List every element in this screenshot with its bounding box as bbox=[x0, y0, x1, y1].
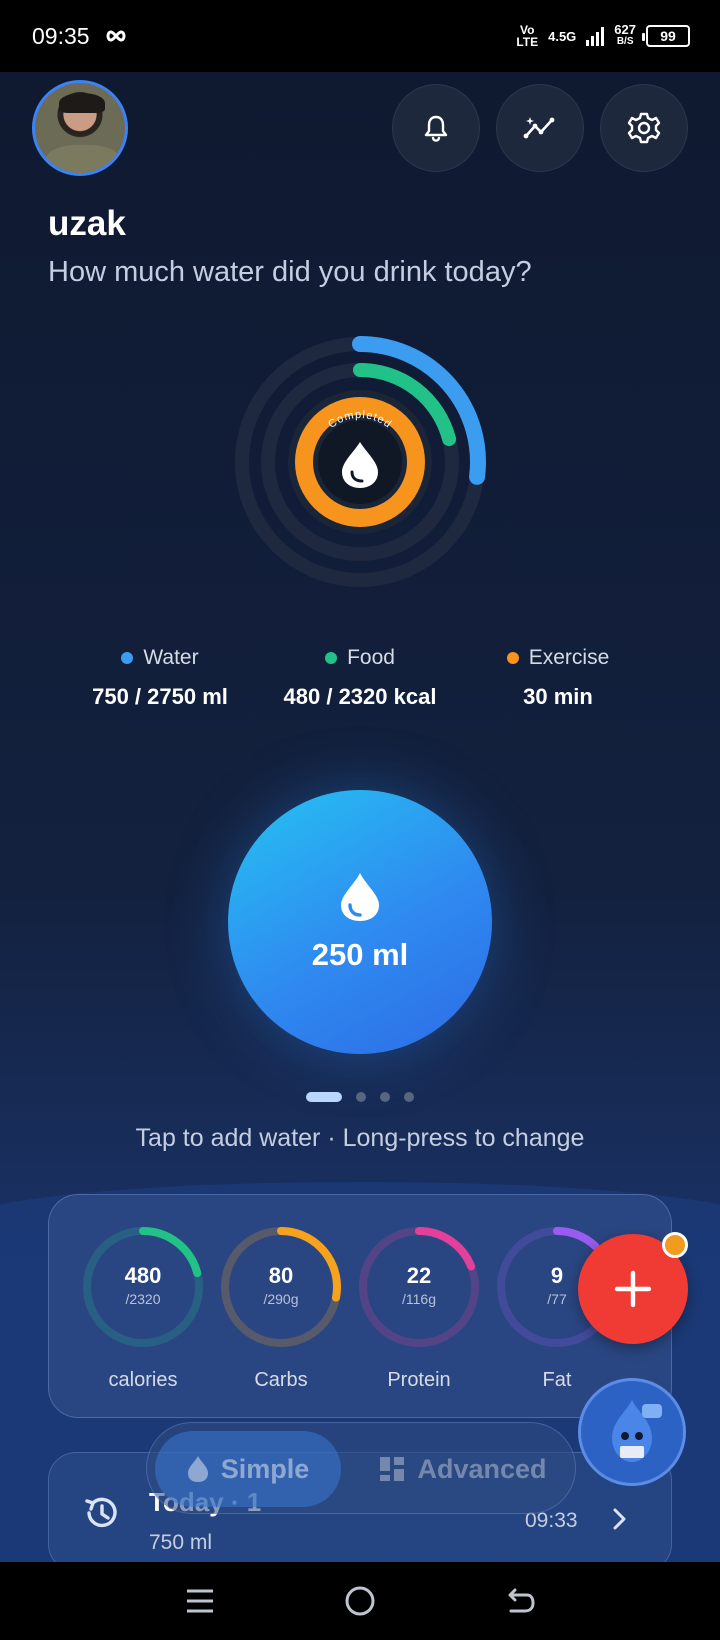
mode-simple-label: Simple bbox=[220, 1453, 310, 1484]
legend-water: Water 750 / 2750 ml bbox=[60, 646, 260, 710]
macro-target: /290g bbox=[263, 1291, 299, 1307]
exercise-value: 30 min bbox=[523, 684, 593, 709]
exercise-dot bbox=[506, 652, 519, 664]
macro-value: 22 bbox=[406, 1263, 432, 1288]
settings-button[interactable] bbox=[600, 84, 688, 172]
status-time: 09:35 bbox=[32, 22, 90, 49]
network-type: 4.5G bbox=[548, 28, 577, 44]
infinity-icon bbox=[106, 30, 126, 42]
bell-icon bbox=[424, 115, 448, 142]
macro-label: Carbs bbox=[254, 1369, 308, 1391]
macro-carbs[interactable]: 80/290g Carbs bbox=[217, 1223, 345, 1392]
history-icon bbox=[85, 1497, 117, 1528]
app-screen: uzak How much water did you drink today?… bbox=[0, 72, 720, 1562]
food-value: 480 / 2320 kcal bbox=[283, 684, 437, 709]
macro-label: Protein bbox=[387, 1369, 451, 1391]
mode-toggle: Simple Advanced bbox=[146, 1422, 576, 1514]
mode-advanced-button[interactable]: Advanced bbox=[363, 1431, 563, 1507]
summary-legend: Water 750 / 2750 ml Food 480 / 2320 kcal… bbox=[0, 646, 720, 726]
history-amount: 750 ml bbox=[149, 1531, 213, 1554]
legend-exercise: Exercise 30 min bbox=[458, 646, 658, 710]
water-drop-icon bbox=[341, 873, 379, 921]
page-question: How much water did you drink today? bbox=[48, 256, 532, 288]
water-dot bbox=[121, 652, 134, 664]
water-drop-icon bbox=[187, 1456, 208, 1482]
gear-icon bbox=[627, 112, 661, 144]
menu-icon[interactable] bbox=[185, 1588, 215, 1614]
notification-badge bbox=[662, 1232, 688, 1258]
macro-label: calories bbox=[108, 1369, 178, 1391]
back-icon[interactable] bbox=[505, 1587, 535, 1615]
water-value: 750 / 2750 ml bbox=[92, 684, 228, 709]
status-bar: 09:35 Vo LTE 4.5G 627 B/S 99 bbox=[0, 0, 720, 72]
food-dot bbox=[325, 652, 338, 664]
macro-protein[interactable]: 22/116g Protein bbox=[355, 1223, 483, 1392]
macro-calories[interactable]: 480/2320 calories bbox=[79, 1223, 207, 1392]
mode-simple-button[interactable]: Simple bbox=[155, 1431, 341, 1507]
page-dot-active bbox=[306, 1092, 342, 1102]
notifications-button[interactable] bbox=[392, 84, 480, 172]
add-amount: 250 ml bbox=[311, 937, 409, 972]
page-dot bbox=[356, 1092, 366, 1102]
progress-rings: Completed bbox=[235, 336, 486, 587]
signal-icon bbox=[586, 26, 605, 46]
system-nav-bar bbox=[0, 1562, 720, 1640]
page-dot bbox=[404, 1092, 414, 1102]
battery-icon: 99 bbox=[642, 25, 690, 47]
add-water-button[interactable]: 250 ml bbox=[228, 790, 492, 1054]
home-icon[interactable] bbox=[344, 1585, 376, 1617]
page-dot bbox=[380, 1092, 390, 1102]
trend-sparkle-icon bbox=[523, 117, 555, 139]
plus-icon bbox=[614, 1270, 652, 1308]
page-indicator[interactable] bbox=[0, 1092, 720, 1102]
macros-card[interactable]: 480/2320 calories 80/290g Carbs 22/116g Prote… bbox=[48, 1194, 672, 1418]
macro-value: 480 bbox=[124, 1263, 162, 1288]
chevron-right-icon bbox=[613, 1508, 626, 1530]
macro-target: /2320 bbox=[125, 1291, 161, 1307]
volte-indicator: Vo LTE bbox=[516, 23, 539, 49]
tap-hint: Tap to add water · Long-press to change bbox=[135, 1124, 585, 1152]
mascot-icon bbox=[612, 1400, 662, 1462]
mode-advanced-label: Advanced bbox=[417, 1453, 547, 1484]
macro-value: 80 bbox=[268, 1263, 294, 1288]
username: uzak bbox=[48, 204, 126, 243]
insights-button[interactable] bbox=[496, 84, 584, 172]
dashboard-icon bbox=[380, 1457, 405, 1481]
avatar[interactable] bbox=[32, 80, 128, 176]
macro-target: /116g bbox=[402, 1291, 436, 1307]
assistant-mascot-button[interactable] bbox=[578, 1378, 686, 1486]
network-speed: 627 B/S bbox=[614, 22, 636, 47]
legend-food: Food 480 / 2320 kcal bbox=[260, 646, 460, 710]
